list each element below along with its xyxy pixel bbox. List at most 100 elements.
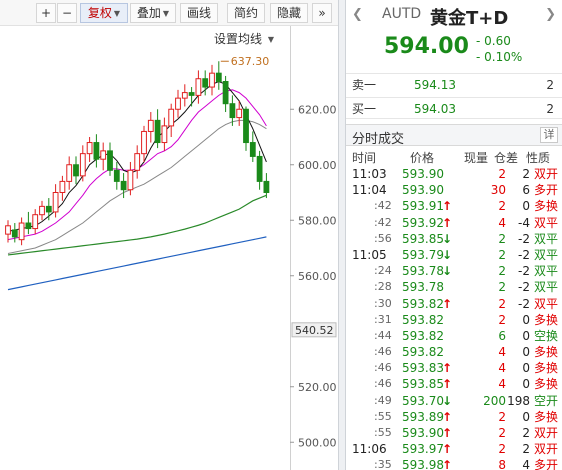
last-price: 594.00 — [384, 34, 469, 59]
overlay-dropdown[interactable]: 叠加 ▼ — [130, 3, 176, 23]
tick-oi-change: 0 — [522, 345, 530, 360]
up-arrow-icon: ↑ — [442, 199, 453, 214]
tick-row: 11:06 593.97 ↑ 2 2 双开 — [346, 441, 562, 457]
left-arrow-icon[interactable]: ❮ — [352, 7, 363, 22]
tick-row: :42 593.92 ↑ 4 -4 双平 — [346, 215, 562, 231]
tick-price: 593.90 — [402, 167, 444, 181]
simple-mode-button[interactable]: 简约 — [227, 3, 265, 23]
tick-price: 593.98 — [402, 458, 444, 470]
more-tools-button[interactable]: » — [312, 3, 332, 23]
candle-up — [147, 119, 154, 132]
tick-nature: 空开 — [533, 393, 558, 408]
tick-oi-change: -2 — [518, 280, 530, 295]
tick-volume: 4 — [498, 345, 506, 360]
tick-oi-change: 198 — [507, 393, 530, 408]
down-arrow-icon: ↓ — [442, 231, 453, 246]
tick-price: 593.89 — [402, 409, 444, 424]
tick-time: :49 — [374, 393, 392, 407]
tick-row: :56 593.85 ↓ 2 -2 双平 — [346, 231, 562, 247]
tick-nature: 双平 — [533, 264, 558, 279]
kline-chart-panel[interactable]: 620.00 600.00 580.00 560.00 520.00 500.00 540.… — [0, 0, 338, 470]
up-arrow-icon: ↑ — [442, 458, 453, 470]
candle-up — [127, 169, 134, 191]
tick-volume: 2 — [498, 231, 506, 246]
up-arrow-icon: ↑ — [442, 296, 453, 311]
tick-volume: 2 — [498, 167, 506, 181]
up-arrow-icon: ↑ — [442, 409, 453, 424]
header-oi-change: 仓差 — [494, 151, 519, 165]
tick-volume: 2 — [498, 199, 506, 214]
zoom-out-button[interactable]: − — [57, 3, 77, 23]
candle-up — [5, 225, 11, 235]
tick-time: :35 — [374, 458, 392, 470]
panel-splitter[interactable] — [338, 0, 346, 470]
candle-up — [52, 192, 59, 213]
tick-volume: 4 — [498, 361, 506, 376]
tick-time: 11:06 — [352, 442, 387, 457]
bid-price: 594.03 — [414, 102, 456, 116]
candle-down — [154, 119, 161, 144]
candle-down — [113, 169, 120, 182]
up-arrow-icon: ↑ — [442, 361, 453, 376]
tick-oi-change: 0 — [522, 361, 530, 376]
tick-row: :46 593.85 ↑ 4 0 多换 — [346, 376, 562, 392]
candle-down — [11, 229, 18, 238]
candle-up — [18, 222, 25, 241]
ma60-line — [7, 194, 267, 256]
tick-oi-change: 0 — [522, 409, 530, 424]
tick-price: 593.83 — [402, 361, 444, 376]
tick-time: :31 — [374, 312, 392, 326]
candle-up — [134, 153, 141, 171]
tick-price: 593.97 — [402, 442, 444, 457]
ask-row: 卖一 594.13 2 — [346, 73, 562, 95]
candle-down — [263, 180, 270, 193]
down-arrow-icon: ↓ — [442, 247, 453, 262]
tick-volume: 2 — [498, 296, 506, 311]
down-arrow-icon: ↓ — [442, 393, 453, 408]
tick-row: :55 593.90 ↑ 2 2 双开 — [346, 425, 562, 441]
candle-up — [168, 108, 175, 127]
tick-oi-change: -2 — [518, 264, 530, 279]
tick-nature: 双平 — [533, 215, 558, 230]
candle-down — [229, 103, 236, 119]
tick-oi-change: -2 — [518, 296, 530, 311]
tick-row: :42 593.91 ↑ 2 0 多换 — [346, 198, 562, 214]
tick-volume: 200 — [483, 393, 506, 408]
candle-down — [249, 142, 256, 157]
tick-time: :30 — [374, 296, 392, 310]
ticks-detail-button[interactable]: 详 — [540, 127, 558, 143]
adjust-price-dropdown[interactable]: 复权 ▼ — [80, 3, 128, 23]
candle-down — [188, 92, 195, 96]
tick-oi-change: 0 — [522, 312, 530, 327]
tick-volume: 2 — [498, 426, 506, 440]
tick-row: 11:04 593.90 30 6 多开 — [346, 182, 562, 198]
tick-row: :44 593.82 6 0 空换 — [346, 328, 562, 344]
ma120-line — [7, 236, 267, 291]
tick-price: 593.70 — [402, 393, 444, 408]
tick-volume: 2 — [498, 264, 506, 279]
up-arrow-icon: ↑ — [442, 442, 453, 457]
hide-button[interactable]: 隐藏 — [270, 3, 308, 23]
more-tools-label: » — [318, 6, 326, 20]
chart-toolbar: + − 复权 ▼ 叠加 ▼ 画线 简约 隐藏 » — [0, 0, 338, 26]
ma-settings-label: 设置均线 — [214, 32, 263, 46]
ticks-list[interactable]: 11:03 593.90 2 2 双开 11:04 593.90 30 6 多开:42 593.91… — [346, 166, 562, 470]
right-arrow-icon[interactable]: ❯ — [545, 7, 556, 22]
tick-nature: 双平 — [533, 231, 558, 246]
bid-label: 买一 — [352, 102, 377, 116]
zoom-in-button[interactable]: + — [36, 3, 56, 23]
kline-chart[interactable]: 620.00 600.00 580.00 560.00 520.00 500.00 540.… — [0, 0, 338, 470]
tick-oi-change: 4 — [522, 458, 530, 470]
candle-up — [32, 214, 39, 230]
candle-up — [209, 72, 215, 88]
up-arrow-icon: ↑ — [442, 377, 453, 392]
candle-up — [236, 108, 243, 119]
tick-time: 11:04 — [352, 183, 387, 198]
tick-volume: 2 — [498, 442, 506, 457]
draw-line-button[interactable]: 画线 — [180, 3, 218, 23]
symbol-code: AUTD — [382, 6, 422, 22]
ma-settings-dropdown[interactable]: 设置均线 ▼ — [214, 30, 274, 47]
tick-time: :46 — [374, 377, 392, 391]
tick-nature: 多开 — [533, 458, 558, 470]
tick-price: 593.92 — [402, 215, 444, 230]
